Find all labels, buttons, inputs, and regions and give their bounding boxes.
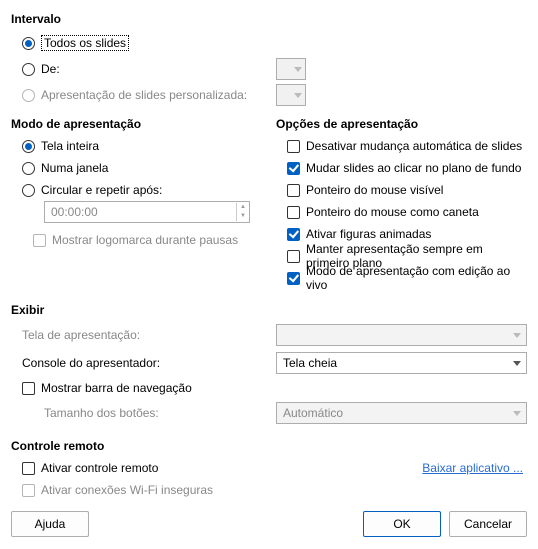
checkbox-logo-label: Mostrar logomarca durante pausas	[52, 233, 238, 247]
help-button[interactable]: Ajuda	[11, 511, 89, 537]
checkbox-click-bg[interactable]	[287, 162, 300, 175]
radio-from[interactable]	[22, 63, 35, 76]
chevron-down-icon	[513, 411, 521, 416]
radio-fullscreen[interactable]	[22, 140, 35, 153]
section-intervalo-title: Intervalo	[11, 12, 527, 26]
checkbox-remote[interactable]	[22, 462, 35, 475]
checkbox-click-bg-label: Mudar slides ao clicar no plano de fundo	[306, 161, 521, 175]
loop-time-spinner[interactable]: 00:00:00 ▲▼	[44, 201, 250, 223]
spinner-buttons[interactable]: ▲▼	[236, 203, 249, 221]
radio-custom-label: Apresentação de slides personalizada:	[41, 88, 247, 102]
screen-label: Tela de apresentação:	[11, 328, 276, 342]
checkbox-live-edit-label: Modo de apresentação com edição ao vivo	[306, 264, 527, 292]
cancel-button[interactable]: Cancelar	[449, 511, 527, 537]
checkbox-pointer-visible[interactable]	[287, 184, 300, 197]
btnsize-select-value: Automático	[283, 406, 343, 420]
section-exibir-title: Exibir	[11, 303, 527, 317]
section-remote-title: Controle remoto	[11, 439, 527, 453]
checkbox-pointer-pen[interactable]	[287, 206, 300, 219]
checkbox-wifi-label: Ativar conexões Wi-Fi inseguras	[41, 483, 213, 497]
btnsize-select: Automático	[276, 402, 527, 424]
radio-window-label: Numa janela	[41, 161, 108, 175]
radio-all-slides-label: Todos os slides	[41, 35, 129, 51]
checkbox-pointer-visible-label: Ponteiro do mouse visível	[306, 183, 443, 197]
chevron-down-icon	[294, 93, 302, 98]
radio-loop-label: Circular e repetir após:	[41, 183, 162, 197]
radio-fullscreen-label: Tela inteira	[41, 139, 99, 153]
screen-select	[276, 324, 527, 346]
radio-from-label: De:	[41, 62, 60, 76]
checkbox-disable-auto-label: Desativar mudança automática de slides	[306, 139, 522, 153]
section-opcoes-title: Opções de apresentação	[276, 117, 527, 131]
radio-loop[interactable]	[22, 184, 35, 197]
checkbox-on-top[interactable]	[287, 250, 300, 263]
console-label: Console do apresentador:	[11, 356, 276, 370]
checkbox-pointer-pen-label: Ponteiro do mouse como caneta	[306, 205, 479, 219]
checkbox-wifi	[22, 484, 35, 497]
loop-time-value: 00:00:00	[51, 205, 98, 219]
checkbox-animated-label: Ativar figuras animadas	[306, 227, 431, 241]
console-select[interactable]: Tela cheia	[276, 352, 527, 374]
checkbox-disable-auto[interactable]	[287, 140, 300, 153]
checkbox-navbar[interactable]	[22, 382, 35, 395]
btnsize-label: Tamanho dos botões:	[11, 406, 276, 420]
chevron-down-icon	[513, 333, 521, 338]
from-combo[interactable]	[276, 58, 306, 80]
radio-all-slides[interactable]	[22, 37, 35, 50]
checkbox-live-edit[interactable]	[287, 272, 300, 285]
chevron-down-icon	[513, 361, 521, 366]
ok-button[interactable]: OK	[363, 511, 441, 537]
checkbox-navbar-label: Mostrar barra de navegação	[41, 381, 192, 395]
section-modo-title: Modo de apresentação	[11, 117, 276, 131]
radio-window[interactable]	[22, 162, 35, 175]
download-app-link[interactable]: Baixar aplicativo ...	[422, 461, 523, 475]
custom-combo	[276, 84, 306, 106]
checkbox-remote-label: Ativar controle remoto	[41, 461, 158, 475]
chevron-down-icon	[294, 67, 302, 72]
checkbox-animated[interactable]	[287, 228, 300, 241]
radio-custom	[22, 89, 35, 102]
console-select-value: Tela cheia	[283, 356, 337, 370]
checkbox-logo	[33, 234, 46, 247]
